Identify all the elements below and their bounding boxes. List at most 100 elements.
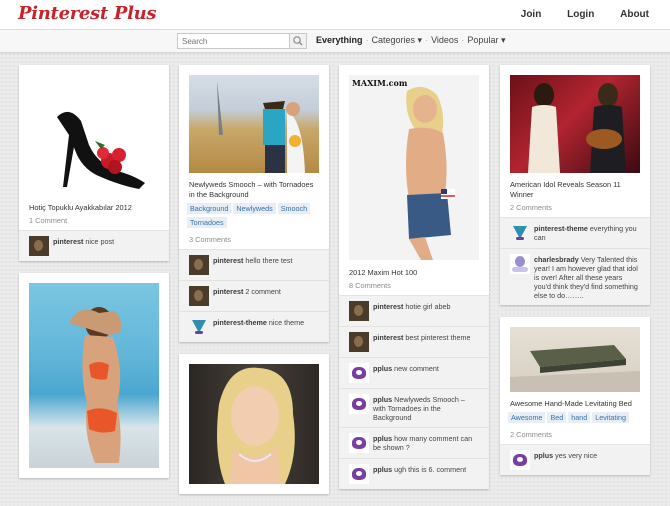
user-avatar[interactable] — [189, 317, 209, 337]
nav-categories[interactable]: Categories ▾ — [372, 35, 423, 45]
tag[interactable]: Levitating — [592, 412, 630, 423]
comment-user[interactable]: pinterest — [213, 287, 243, 296]
shoe-illustration — [57, 111, 145, 189]
comment-item: pplus how many comment can be shown ? — [339, 428, 489, 459]
comment-text: ugh this is 6. comment — [394, 465, 467, 474]
comment-count: 1 Comment — [29, 216, 68, 225]
site-logo[interactable]: Pinterest Plus — [18, 3, 157, 24]
comment-count: 2 Comments — [510, 430, 552, 439]
user-avatar[interactable] — [189, 255, 209, 275]
user-avatar[interactable] — [349, 363, 369, 383]
bed-photo-illustration — [510, 345, 640, 392]
tag-list: Awesome Bed hand Levitating — [500, 409, 650, 427]
pin-card[interactable] — [19, 273, 169, 478]
tag[interactable]: Background — [187, 203, 232, 214]
comment-text: nice post — [85, 237, 115, 246]
comment-list: pinterest hotie girl abeb pinterest best… — [339, 295, 489, 489]
pin-card[interactable]: Newlyweds Smooch – with Tornadoes in the… — [179, 65, 329, 342]
comment-count: 2 Comments — [510, 203, 552, 212]
comment-item: pinterest hello there test — [179, 250, 329, 281]
pin-image[interactable] — [189, 75, 319, 173]
search-button[interactable] — [289, 34, 306, 48]
tag[interactable]: Newlyweds — [233, 203, 276, 214]
maxim-brand: MAXIM.com — [352, 78, 408, 88]
user-avatar[interactable] — [510, 254, 530, 274]
user-avatar[interactable] — [349, 433, 369, 453]
stage-photo-illustration — [528, 83, 626, 173]
user-avatar[interactable] — [29, 236, 49, 256]
comment-item: pplus yes very nice — [500, 445, 650, 475]
comment-text: nice theme — [268, 318, 305, 327]
couple-photo-illustration — [217, 81, 305, 173]
comment-item: pinterest 2 comment — [179, 281, 329, 312]
pin-title[interactable]: Awesome Hand-Made Levitating Bed — [500, 399, 650, 409]
pin-title[interactable]: Hotiç Topuklu Ayakkabılar 2012 — [19, 203, 169, 213]
comment-text: best pinterest theme — [405, 333, 471, 342]
comment-text: 2 comment — [245, 287, 281, 296]
comment-text: new comment — [394, 364, 439, 373]
top-nav: Join Login About — [498, 9, 649, 20]
comment-user[interactable]: pinterest — [373, 333, 403, 342]
comment-user[interactable]: pplus — [373, 465, 392, 474]
user-avatar[interactable] — [349, 394, 369, 414]
pin-title[interactable]: Newlyweds Smooch – with Tornadoes in the… — [179, 180, 329, 200]
comment-item: pinterest best pinterest theme — [339, 327, 489, 358]
pin-card[interactable]: MAXIM.com 2012 Maxim Hot 100 8 Comments … — [339, 65, 489, 489]
tag[interactable]: Tornadoes — [187, 217, 227, 228]
pin-image[interactable] — [29, 283, 159, 468]
comment-item: pinterest nice post — [19, 231, 169, 261]
pin-image[interactable] — [189, 364, 319, 484]
pin-title[interactable]: 2012 Maxim Hot 100 — [339, 268, 489, 278]
about-link[interactable]: About — [620, 9, 649, 20]
pin-card[interactable] — [179, 354, 329, 494]
comment-user[interactable]: pplus — [534, 451, 553, 460]
pin-column-3: MAXIM.com 2012 Maxim Hot 100 8 Comments … — [339, 65, 489, 501]
comment-list: pinterest nice post — [19, 230, 169, 261]
pin-image[interactable] — [29, 75, 159, 195]
nav-popular[interactable]: Popular ▾ — [467, 35, 505, 45]
pin-image[interactable] — [510, 327, 640, 392]
pin-title[interactable]: American Idol Reveals Season 11 Winner — [500, 180, 650, 200]
comment-count: 8 Comments — [349, 281, 391, 290]
comment-text: hello there test — [245, 256, 293, 265]
pin-card[interactable]: Awesome Hand-Made Levitating Bed Awesome… — [500, 317, 650, 475]
comment-list: pinterest-theme everything you can charl… — [500, 217, 650, 305]
user-avatar[interactable] — [510, 223, 530, 243]
comment-item: pinterest hotie girl abeb — [339, 296, 489, 327]
comment-user[interactable]: pinterest-theme — [213, 318, 267, 327]
comment-user[interactable]: pinterest — [373, 302, 403, 311]
comment-text: hotie girl abeb — [405, 302, 451, 311]
user-avatar[interactable] — [510, 450, 530, 470]
category-bar: Everything·Categories ▾·Videos·Popular ▾ — [0, 30, 670, 53]
tag[interactable]: Smooch — [277, 203, 311, 214]
pin-card[interactable]: Hotiç Topuklu Ayakkabılar 2012 1 Comment… — [19, 65, 169, 261]
tag[interactable]: Awesome — [508, 412, 546, 423]
comment-user[interactable]: pplus — [373, 434, 392, 443]
beach-photo-illustration — [69, 307, 122, 463]
comment-user[interactable]: pplus — [373, 364, 392, 373]
comment-user[interactable]: pplus — [373, 395, 392, 404]
comment-list: pplus yes very nice — [500, 444, 650, 475]
nav-everything[interactable]: Everything — [316, 35, 363, 45]
user-avatar[interactable] — [349, 332, 369, 352]
comment-item: pinterest-theme nice theme — [179, 312, 329, 342]
user-avatar[interactable] — [349, 301, 369, 321]
model-photo-illustration — [406, 86, 455, 260]
comment-user[interactable]: pinterest — [53, 237, 83, 246]
pin-image[interactable]: MAXIM.com — [349, 75, 479, 260]
comment-user[interactable]: pinterest — [213, 256, 243, 265]
portrait-photo-illustration — [217, 367, 295, 484]
comment-user[interactable]: charlesbrady — [534, 255, 579, 264]
pin-image[interactable] — [510, 75, 640, 173]
nav-videos[interactable]: Videos — [431, 35, 458, 45]
tag[interactable]: hand — [568, 412, 591, 423]
tag[interactable]: Bed — [547, 412, 567, 423]
search-icon — [293, 36, 303, 46]
user-avatar[interactable] — [349, 464, 369, 484]
join-link[interactable]: Join — [521, 9, 542, 20]
comment-user[interactable]: pinterest-theme — [534, 224, 588, 233]
pin-card[interactable]: American Idol Reveals Season 11 Winner 2… — [500, 65, 650, 305]
login-link[interactable]: Login — [567, 9, 594, 20]
search-input[interactable] — [178, 34, 290, 48]
user-avatar[interactable] — [189, 286, 209, 306]
